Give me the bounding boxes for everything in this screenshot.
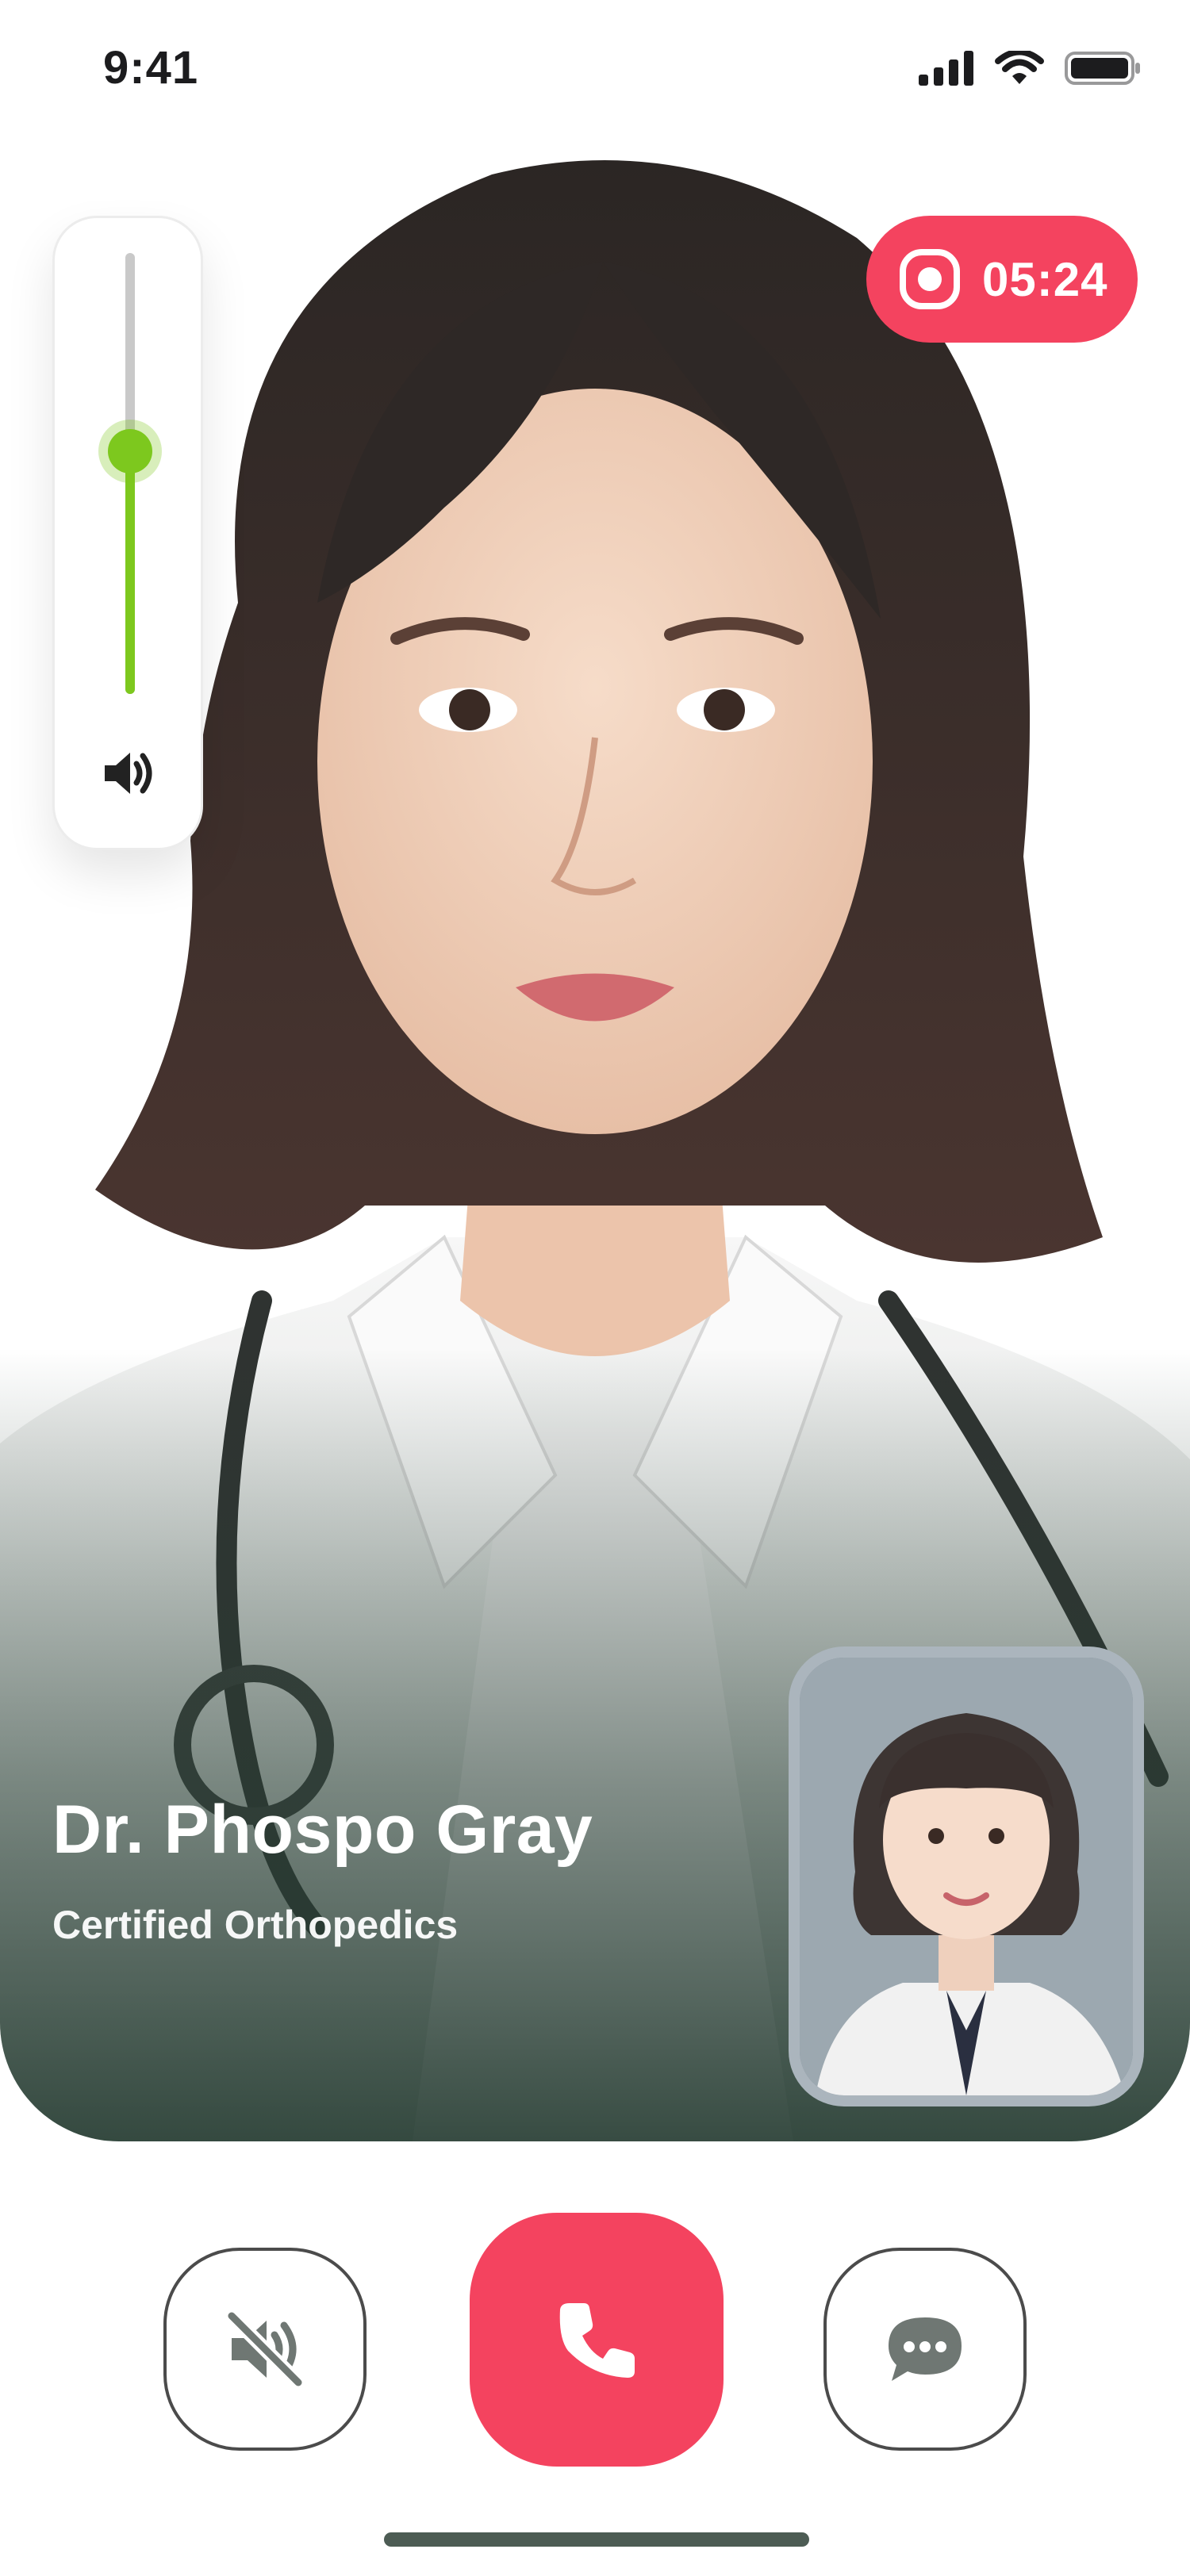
status-bar: 9:41: [0, 0, 1190, 151]
volume-slider[interactable]: [52, 216, 203, 850]
status-icons: [919, 51, 1141, 86]
volume-thumb[interactable]: [108, 429, 152, 474]
call-controls: [0, 2213, 1190, 2482]
doctor-specialty: Certified Orthopedics: [52, 1903, 459, 1947]
speaker-muted-icon: [225, 2309, 305, 2390]
chat-bubble-icon: [889, 2317, 962, 2381]
video-call-screen: Dr. Phospo Gray Certified Orthopedics 9:…: [0, 0, 1190, 2576]
wifi-icon: [995, 51, 1044, 84]
status-time: 9:41: [103, 42, 199, 94]
recording-timer-badge: 05:24: [866, 216, 1138, 343]
signal-icon: [919, 51, 973, 86]
self-video-preview[interactable]: [789, 1646, 1144, 2106]
speaker-icon: [105, 753, 152, 794]
volume-fill: [125, 451, 135, 694]
mute-speaker-button[interactable]: [163, 2248, 367, 2451]
end-call-button[interactable]: [470, 2213, 724, 2467]
phone-icon: [559, 2303, 635, 2378]
patient-video-feed: [800, 1658, 1133, 2095]
doctor-name: Dr. Phospo Gray: [52, 1792, 593, 1868]
home-indicator[interactable]: [384, 2532, 809, 2547]
chat-button[interactable]: [823, 2248, 1027, 2451]
recording-time: 05:24: [982, 252, 1108, 306]
record-icon: [900, 249, 960, 309]
battery-icon: [1065, 52, 1140, 85]
